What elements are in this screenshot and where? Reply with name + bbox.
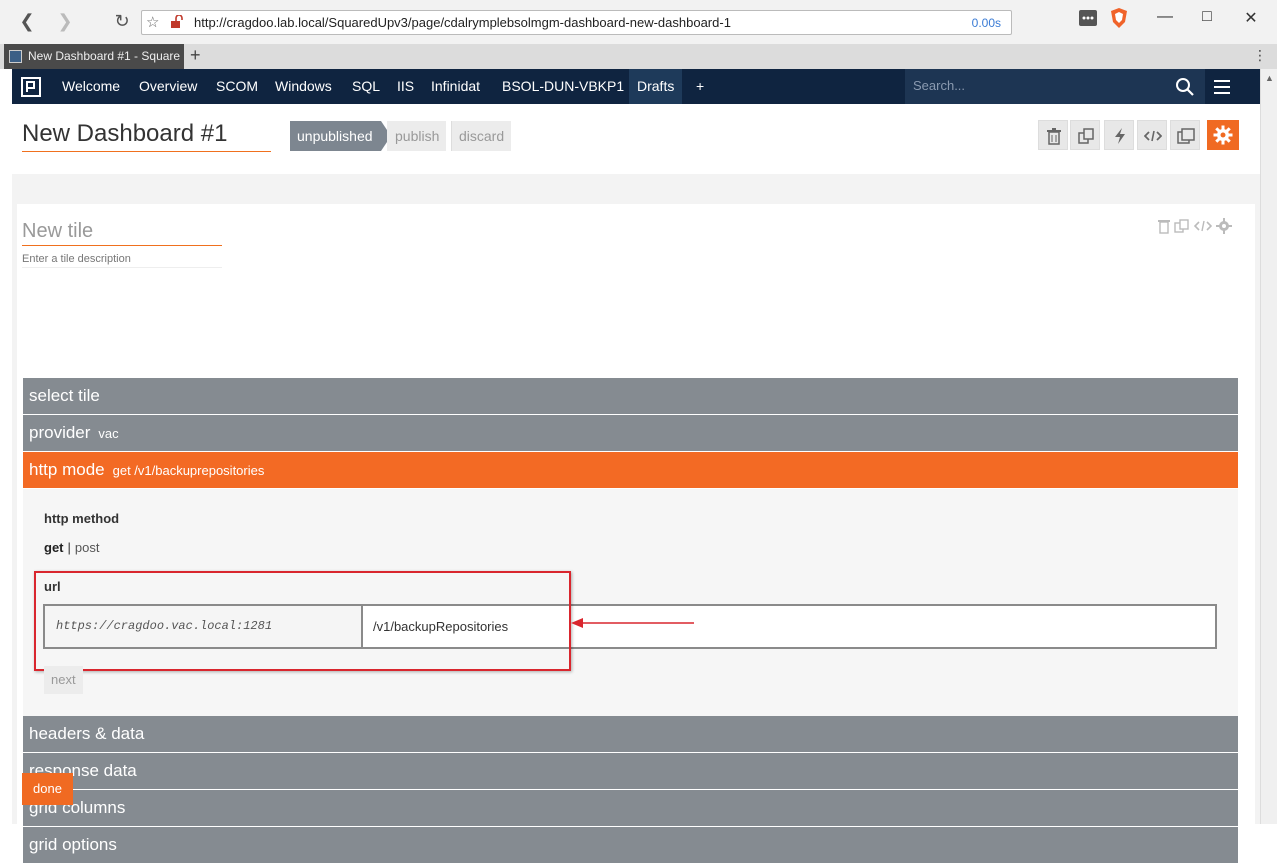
tile-copy-icon[interactable] (1174, 218, 1190, 236)
bookmark-star-icon[interactable]: ☆ (146, 13, 159, 31)
section-grid-columns[interactable]: grid columns (23, 790, 1238, 826)
http-method-label: http method (44, 511, 120, 526)
section-headers-data[interactable]: headers & data (23, 716, 1238, 752)
nav-add-page[interactable]: + (696, 69, 704, 104)
section-http-mode-label: http mode (29, 460, 105, 479)
http-mode-panel: http method get | post url https://cragdoo… (23, 489, 1238, 716)
tab-menu-icon[interactable]: ⋮ (1253, 47, 1267, 64)
load-timing: 0.00s (971, 16, 1001, 30)
address-bar-row: ❮ ❯ ↻ ☆ http://cragdoo.lab.local/Squared… (0, 0, 1277, 44)
code-icon (1144, 130, 1162, 142)
app-navbar: Welcome Overview SCOM Windows SQL IIS In… (12, 69, 1260, 104)
browser-chrome: ❮ ❯ ↻ ☆ http://cragdoo.lab.local/Squared… (0, 0, 1277, 69)
method-post-option[interactable]: post (75, 540, 100, 555)
tab-favicon-icon (9, 50, 22, 63)
tile-title-input[interactable]: New tile (22, 216, 222, 246)
method-separator: | (67, 540, 71, 555)
nav-iis[interactable]: IIS (397, 69, 414, 104)
delete-dashboard-button[interactable] (1038, 120, 1068, 150)
publish-button[interactable]: publish (387, 121, 447, 151)
url-text: http://cragdoo.lab.local/SquaredUpv3/pag… (194, 15, 731, 30)
section-provider[interactable]: provider vac (23, 415, 1238, 451)
search-input[interactable] (913, 78, 1163, 93)
insecure-lock-icon[interactable] (170, 15, 184, 29)
section-headers-data-label: headers & data (29, 724, 145, 743)
done-button[interactable]: done (22, 773, 73, 805)
nav-sql[interactable]: SQL (352, 69, 380, 104)
brave-shield-icon[interactable] (1104, 8, 1134, 33)
status-unpublished: unpublished (290, 121, 390, 151)
gear-icon (1213, 125, 1233, 145)
tile-editor: New tile Enter a tile description select… (17, 204, 1255, 863)
browser-tab[interactable]: New Dashboard #1 - Square (4, 44, 184, 69)
next-button[interactable]: next (44, 666, 83, 694)
close-window-icon[interactable]: ✕ (1236, 8, 1266, 28)
actions-button[interactable] (1104, 120, 1134, 150)
reload-icon[interactable]: ↻ (111, 10, 133, 32)
duplicate-button[interactable] (1170, 120, 1200, 150)
forward-icon[interactable]: ❯ (54, 10, 76, 32)
section-select-tile-label: select tile (29, 386, 100, 405)
back-icon[interactable]: ❮ (16, 10, 38, 32)
code-button[interactable] (1137, 120, 1167, 150)
settings-button[interactable] (1207, 120, 1239, 150)
section-response-data[interactable]: response data (23, 753, 1238, 789)
tile-settings-icon[interactable] (1216, 218, 1232, 236)
discard-button[interactable]: discard (451, 121, 512, 151)
search-icon[interactable] (1175, 77, 1195, 97)
scroll-up-icon[interactable]: ▲ (1265, 73, 1274, 83)
scrollbar[interactable]: ▲ (1260, 69, 1277, 824)
section-http-mode-value: get /v1/backuprepositories (112, 463, 265, 478)
nav-welcome[interactable]: Welcome (62, 69, 120, 104)
section-http-mode[interactable]: http mode get /v1/backuprepositories (23, 452, 1238, 488)
search-box (905, 69, 1205, 104)
copy-icon (1078, 128, 1094, 144)
dashboard-header: New Dashboard #1 unpublished publish dis… (12, 104, 1260, 174)
nav-drafts[interactable]: Drafts (629, 69, 683, 104)
http-method-toggle: get | post (44, 540, 99, 555)
minimize-icon[interactable]: — (1150, 8, 1180, 26)
url-field[interactable]: ☆ http://cragdoo.lab.local/SquaredUpv3/p… (141, 10, 1012, 35)
extension-icon[interactable] (1073, 10, 1103, 31)
tile-description-input[interactable]: Enter a tile description (22, 250, 222, 268)
lightning-icon (1115, 128, 1125, 144)
method-get-option[interactable]: get (44, 540, 64, 555)
tile-code-icon[interactable] (1193, 218, 1213, 236)
section-grid-options-label: grid options (29, 835, 117, 854)
page-area: New Dashboard #1 unpublished publish dis… (12, 104, 1260, 863)
hamburger-menu-icon[interactable] (1213, 78, 1231, 96)
section-provider-value: vac (98, 426, 119, 441)
tab-title: New Dashboard #1 - Square (28, 49, 181, 63)
maximize-icon[interactable]: □ (1192, 8, 1222, 26)
windows-icon (1177, 128, 1195, 144)
annotation-highlight-box (34, 571, 571, 671)
nav-overview[interactable]: Overview (139, 69, 197, 104)
annotation-arrow-icon (571, 618, 694, 628)
dashboard-title-input[interactable]: New Dashboard #1 (22, 120, 271, 152)
nav-windows[interactable]: Windows (275, 69, 332, 104)
section-select-tile[interactable]: select tile (23, 378, 1238, 414)
tab-strip: New Dashboard #1 - Square + ⋮ (0, 44, 1277, 69)
copy-dashboard-button[interactable] (1070, 120, 1100, 150)
section-provider-label: provider (29, 423, 91, 442)
trash-icon (1047, 128, 1061, 145)
tile-delete-icon[interactable] (1157, 218, 1171, 236)
nav-bsol-dun-vbkp1[interactable]: BSOL-DUN-VBKP1 (502, 69, 624, 104)
new-tab-button[interactable]: + (190, 45, 201, 66)
nav-scom[interactable]: SCOM (216, 69, 258, 104)
squaredup-logo-icon[interactable] (21, 77, 41, 97)
nav-infinidat[interactable]: Infinidat (431, 69, 480, 104)
section-grid-options[interactable]: grid options (23, 827, 1238, 863)
